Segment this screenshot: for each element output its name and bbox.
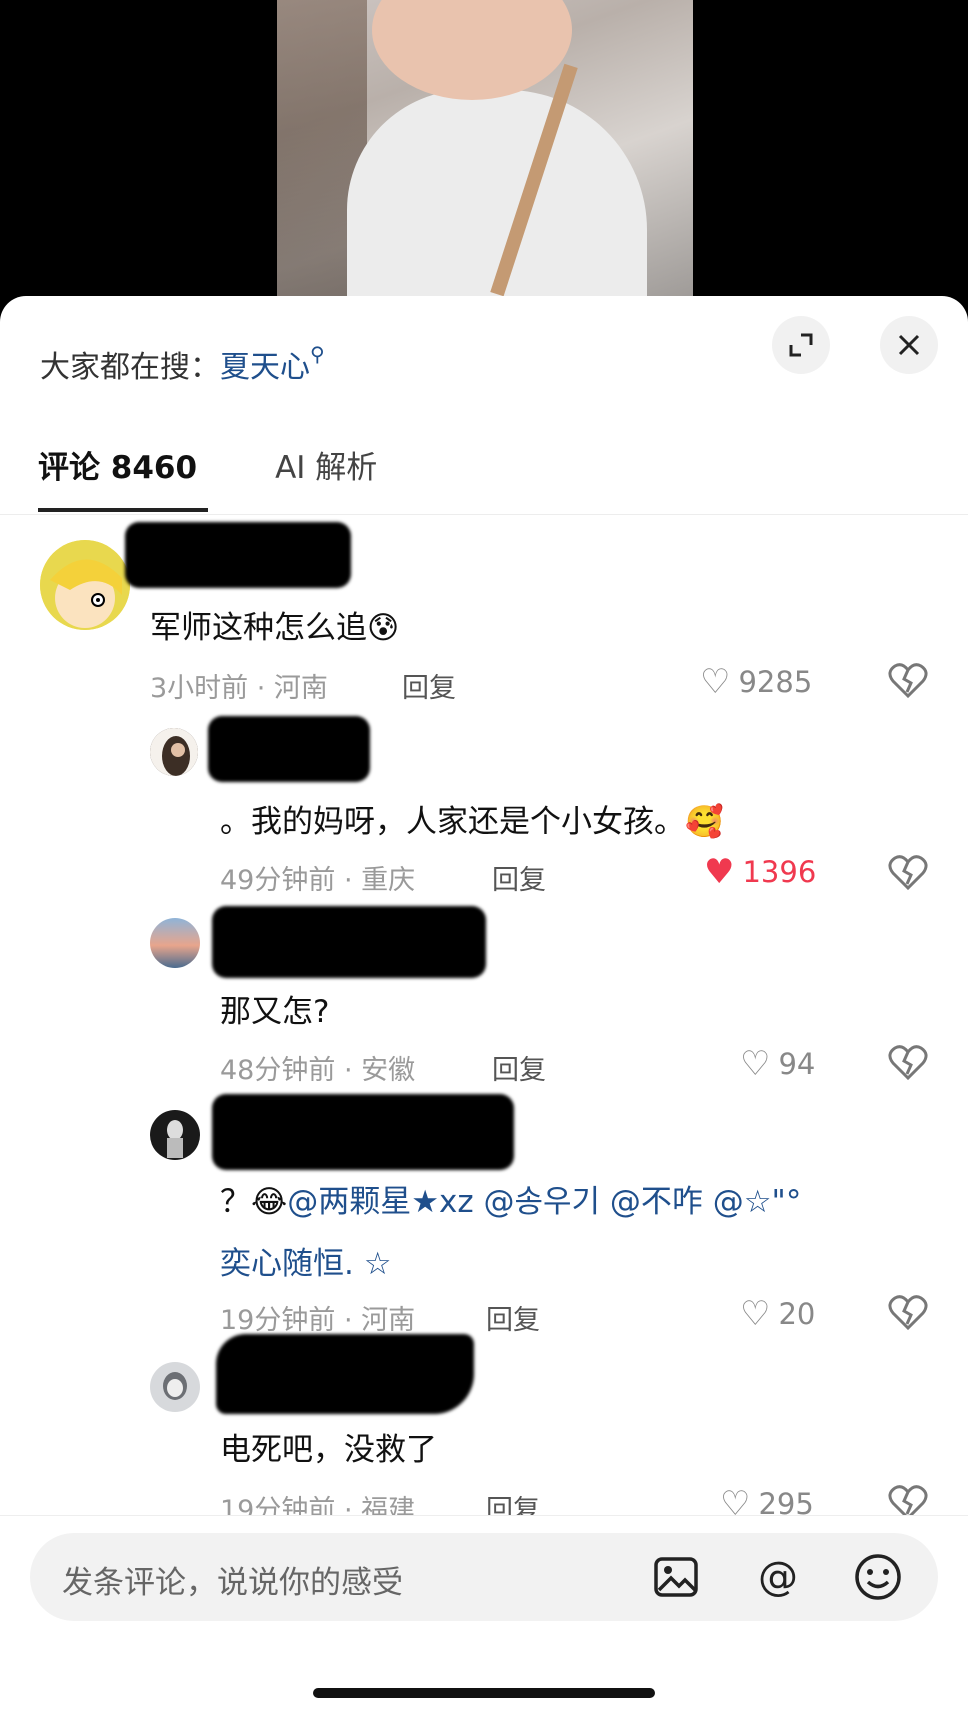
comment-text: 。我的妈呀，人家还是个小女孩。🥰 <box>220 804 724 840</box>
expand-button[interactable] <box>772 316 830 374</box>
comment-tabs: 评论 8460 AI 解析 <box>38 442 377 487</box>
comment-time-location: 3小时前 · 河南 <box>150 673 328 704</box>
avatar[interactable] <box>150 918 200 968</box>
redacted-username <box>212 906 486 978</box>
avatar-figure-icon <box>150 1110 200 1160</box>
mention-links[interactable]: 奕心随恒. ☆ <box>220 1238 392 1283</box>
video-thumbnail[interactable] <box>277 0 693 300</box>
close-button[interactable] <box>880 316 938 374</box>
like-count: 9285 <box>738 665 813 699</box>
close-icon <box>898 334 920 356</box>
expand-icon <box>789 333 813 357</box>
heart-icon: ♡ <box>700 662 731 702</box>
like-button[interactable]: ♡ 20 <box>740 1294 815 1334</box>
comment-time-location: 49分钟前 · 重庆 <box>220 865 416 896</box>
dislike-button[interactable] <box>888 662 928 708</box>
like-button[interactable]: ♡ 94 <box>740 1044 815 1084</box>
redacted-username <box>208 716 370 782</box>
comment-text: 军师这种怎么追😰 <box>150 610 400 646</box>
comment-text: 电死吧，没救了 <box>220 1432 437 1468</box>
comment-text: ？😂@两颗星★xz @송우기 @不咋 @☆"° <box>220 1176 801 1221</box>
redacted-username <box>216 1334 474 1414</box>
image-button[interactable] <box>650 1551 702 1603</box>
like-count: 94 <box>778 1047 816 1081</box>
broken-heart-icon <box>888 663 928 699</box>
bottom-divider <box>0 1515 968 1516</box>
comment-time-location: 19分钟前 · 河南 <box>220 1305 416 1336</box>
avatar-photo-icon <box>150 1362 200 1412</box>
dislike-button[interactable] <box>888 1294 928 1340</box>
avatar[interactable] <box>150 1362 200 1412</box>
trending-search[interactable]: 大家都在搜：夏天心⚲ <box>40 342 325 386</box>
reply-button[interactable]: 回复 <box>402 666 456 705</box>
broken-heart-icon <box>888 855 928 891</box>
tab-ai-analysis[interactable]: AI 解析 <box>275 442 377 487</box>
mention-links[interactable]: @两颗星★xz @송우기 @不咋 @☆"° <box>287 1184 801 1220</box>
heart-icon: ♡ <box>740 1294 771 1334</box>
dislike-button[interactable] <box>888 854 928 900</box>
broken-heart-icon <box>888 1295 928 1331</box>
redacted-username <box>212 1094 514 1170</box>
like-button[interactable]: ♡ 9285 <box>700 662 812 702</box>
comment-input[interactable]: 发条评论，说说你的感受 @ <box>30 1533 938 1621</box>
avatar-sky-icon <box>150 918 200 968</box>
comment-sheet: 大家都在搜：夏天心⚲ 评论 8460 AI 解析 <box>0 296 968 1721</box>
dislike-button[interactable] <box>888 1044 928 1090</box>
reply-button[interactable]: 回复 <box>486 1298 540 1337</box>
comment-input-placeholder: 发条评论，说说你的感受 <box>62 1565 403 1601</box>
comment-text-prefix: ？😂 <box>220 1184 288 1220</box>
trending-search-prefix: 大家都在搜： <box>40 350 220 385</box>
avatar[interactable] <box>40 540 130 630</box>
like-button[interactable]: ♥ 1396 <box>704 852 816 892</box>
broken-heart-icon <box>888 1045 928 1081</box>
avatar-cartoon-icon <box>40 540 130 630</box>
at-icon: @ <box>758 1554 798 1600</box>
emoji-icon <box>855 1554 901 1600</box>
avatar-photo-icon <box>150 728 198 776</box>
avatar[interactable] <box>150 1110 200 1160</box>
photo-face <box>372 0 572 100</box>
avatar[interactable] <box>150 728 198 776</box>
redacted-username <box>125 522 351 588</box>
like-count: 1396 <box>742 855 817 889</box>
reply-button[interactable]: 回复 <box>492 858 546 897</box>
reply-button[interactable]: 回复 <box>492 1048 546 1087</box>
active-tab-indicator <box>38 508 208 512</box>
heart-icon: ♥ <box>704 852 735 892</box>
emoji-button[interactable] <box>852 1551 904 1603</box>
tabs-divider <box>0 514 968 515</box>
home-indicator <box>313 1688 655 1698</box>
trending-search-keyword[interactable]: 夏天心 <box>220 350 310 385</box>
comment-text: 那又怎? <box>220 994 330 1030</box>
comment-time-location: 48分钟前 · 安徽 <box>220 1055 416 1086</box>
mention-button[interactable]: @ <box>752 1551 804 1603</box>
search-icon: ⚲ <box>310 342 325 366</box>
image-icon <box>654 1557 698 1597</box>
like-count: 20 <box>778 1297 816 1331</box>
heart-icon: ♡ <box>740 1044 771 1084</box>
tab-comments[interactable]: 评论 8460 <box>38 442 197 487</box>
